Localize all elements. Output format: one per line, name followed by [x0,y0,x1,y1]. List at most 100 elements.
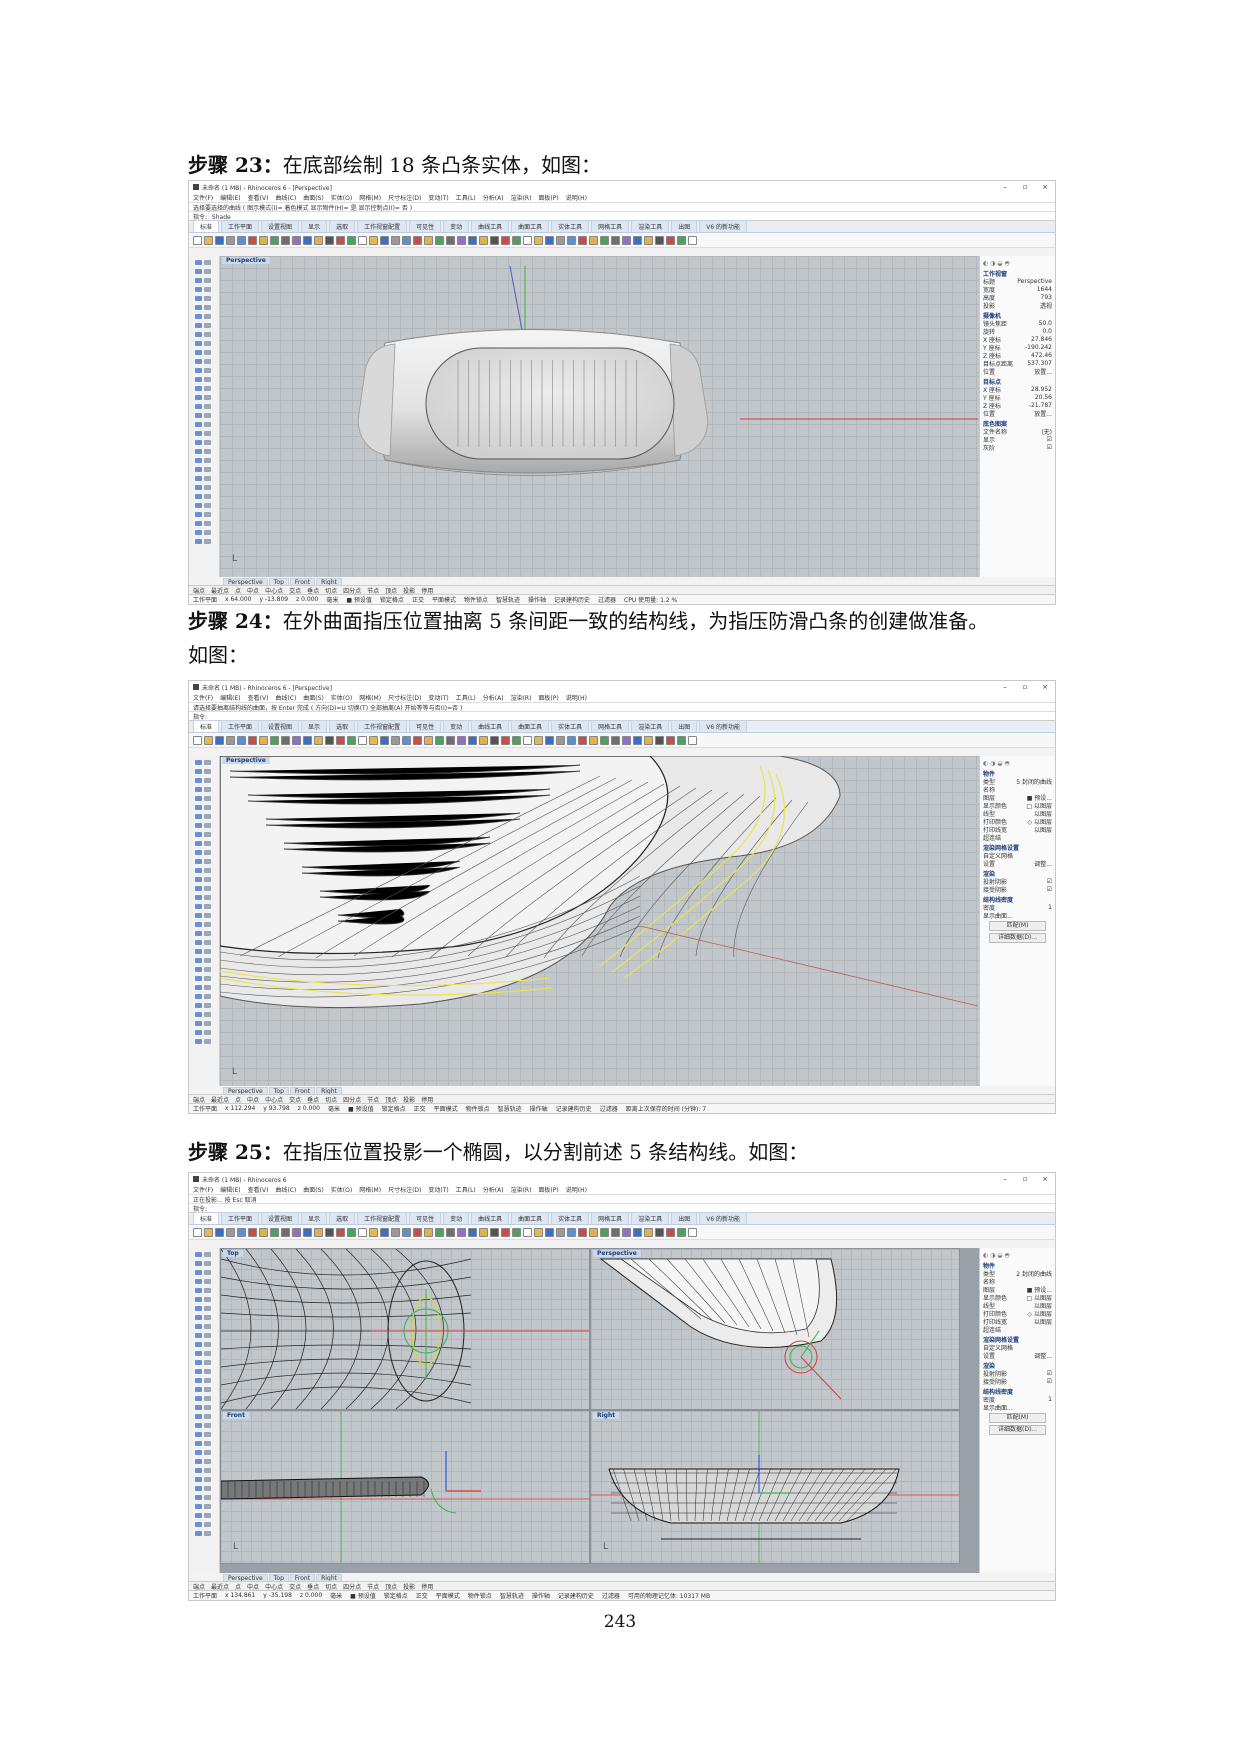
property-value[interactable]: 调整... [1034,859,1052,868]
tool-icon[interactable] [204,1261,211,1266]
toolbar-button-icon[interactable] [259,735,268,745]
tool-icon[interactable] [204,386,211,391]
toolbar-button-icon[interactable] [490,1227,499,1237]
toolbar-button-icon[interactable] [556,735,565,745]
tool-icon[interactable] [195,404,202,409]
tool-icon[interactable] [195,1270,202,1275]
tool-icon[interactable] [204,1030,211,1035]
toolbar-button-icon[interactable] [303,735,312,745]
toolbar-button-icon[interactable] [380,1227,389,1237]
menu-item[interactable]: 变动(T) [428,693,448,702]
tool-icon[interactable] [195,796,202,801]
toolbar-tab[interactable]: V6 的新功能 [699,720,748,732]
toolbar-button-icon[interactable] [677,1227,686,1237]
status-item[interactable]: 记录建构历史 [556,1104,592,1113]
toolbar-tab[interactable]: 曲线工具 [471,720,510,732]
toolbar-tab[interactable]: 选取 [329,1212,356,1224]
menu-item[interactable]: 曲面(S) [303,1185,324,1194]
status-item[interactable]: 记录建构历史 [554,595,590,604]
toolbar-button-icon[interactable] [600,235,609,245]
toolbar-button-icon[interactable] [204,235,213,245]
tool-icon[interactable] [204,377,211,382]
toolbar-button-icon[interactable] [204,1227,213,1237]
tool-icon[interactable] [195,296,202,301]
tool-icon[interactable] [195,805,202,810]
tool-icon[interactable] [195,1333,202,1338]
tool-icon[interactable] [204,431,211,436]
toolbar-button-icon[interactable] [622,1227,631,1237]
toolbar-button-icon[interactable] [413,235,422,245]
tool-icon[interactable] [204,823,211,828]
tool-icon[interactable] [204,350,211,355]
tool-icon[interactable] [204,278,211,283]
tool-icon[interactable] [195,1252,202,1257]
tool-icon[interactable] [195,922,202,927]
tool-icon[interactable] [195,350,202,355]
tool-icon[interactable] [204,1360,211,1365]
toolbar-tab[interactable]: 实体工具 [551,1212,590,1224]
tool-icon[interactable] [195,1297,202,1302]
toolbar-button-icon[interactable] [622,235,631,245]
tool-icon[interactable] [195,1423,202,1428]
menu-item[interactable]: 曲面(S) [303,193,324,202]
toolbar-button-icon[interactable] [237,235,246,245]
details-button[interactable]: 详细数据(D)... [989,933,1046,943]
menu-item[interactable]: 曲线(C) [275,693,296,702]
toolbar-button-icon[interactable] [479,235,488,245]
tool-icon[interactable] [195,1522,202,1527]
tool-icon[interactable] [204,1414,211,1419]
status-item[interactable]: 智慧轨迹 [500,1591,524,1600]
toolbar-button-icon[interactable] [325,1227,334,1237]
menu-item[interactable]: 说明(H) [566,693,587,702]
toolbar-button-icon[interactable] [677,735,686,745]
toolbar-button-icon[interactable] [655,235,664,245]
menu-item[interactable]: 文件(F) [193,1185,213,1194]
minimize-button[interactable]: – [995,183,1015,191]
toolbar-tab[interactable]: 显示 [301,1212,328,1224]
property-value[interactable]: 537.307 [1027,360,1052,367]
toolbar-button-icon[interactable] [688,735,697,745]
tool-icon[interactable] [204,1342,211,1347]
tool-icon[interactable] [195,823,202,828]
status-item[interactable]: 过滤器 [600,1104,618,1113]
menu-item[interactable]: 工具(L) [456,1185,476,1194]
toolbar-button-icon[interactable] [314,1227,323,1237]
toolbar-button-icon[interactable] [457,235,466,245]
tool-icon[interactable] [195,1387,202,1392]
tool-icon[interactable] [195,1513,202,1518]
toolbar-button-icon[interactable] [259,235,268,245]
tool-icon[interactable] [195,1039,202,1044]
menu-item[interactable]: 工具(L) [456,193,476,202]
tool-icon[interactable] [195,859,202,864]
property-value[interactable]: 27.846 [1031,336,1052,343]
tool-icon[interactable] [195,1021,202,1026]
toolbar-button-icon[interactable] [424,735,433,745]
toolbar-button-icon[interactable] [325,235,334,245]
toolbar-tab[interactable]: 渲染工具 [631,220,670,232]
status-item[interactable]: 智慧轨迹 [498,1104,522,1113]
toolbar-button-icon[interactable] [193,235,202,245]
toolbar-button-icon[interactable] [358,735,367,745]
toolbar-tab[interactable]: V6 的新功能 [699,1212,748,1224]
toolbar-button-icon[interactable] [611,235,620,245]
tool-icon[interactable] [204,886,211,891]
tool-icon[interactable] [195,359,202,364]
toolbar-tab[interactable]: 显示 [301,220,328,232]
tool-icon[interactable] [195,449,202,454]
tool-icon[interactable] [195,1495,202,1500]
toolbar-button-icon[interactable] [545,235,554,245]
toolbar-button-icon[interactable] [446,735,455,745]
tool-icon[interactable] [204,922,211,927]
tool-icon[interactable] [195,1450,202,1455]
status-item[interactable]: 锁定格点 [382,1104,406,1113]
toolbar-tab[interactable]: 渲染工具 [631,720,670,732]
tool-icon[interactable] [204,1459,211,1464]
toolbar-button-icon[interactable] [270,735,279,745]
toolbar-button-icon[interactable] [490,735,499,745]
tool-icon[interactable] [204,1486,211,1491]
tool-icon[interactable] [204,1306,211,1311]
toolbar-button-icon[interactable] [215,1227,224,1237]
tool-icon[interactable] [195,769,202,774]
property-value[interactable]: 1 [1048,904,1052,911]
toolbar-button-icon[interactable] [589,1227,598,1237]
